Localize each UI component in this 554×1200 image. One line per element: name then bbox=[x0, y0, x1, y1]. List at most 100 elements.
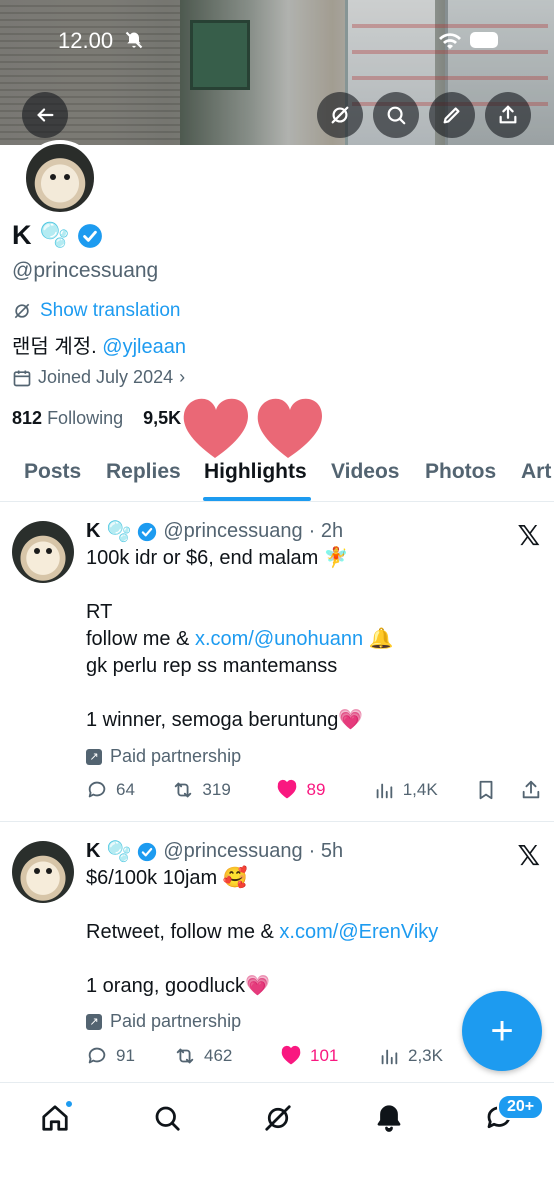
status-bar: 12.00 bbox=[58, 28, 554, 56]
nav-search[interactable] bbox=[150, 1101, 184, 1135]
like-button[interactable]: 89 bbox=[276, 779, 372, 801]
bottom-nav bbox=[0, 1082, 554, 1152]
edit-button[interactable] bbox=[429, 92, 475, 138]
like-button[interactable]: 101 bbox=[280, 1045, 378, 1067]
following-count: 812 bbox=[12, 408, 43, 428]
reply-button[interactable]: 64 bbox=[86, 779, 172, 801]
post-author-name[interactable]: K bbox=[86, 520, 100, 543]
tab-active-indicator bbox=[203, 497, 311, 501]
wifi-icon bbox=[438, 30, 462, 56]
arrow-left-icon bbox=[37, 108, 54, 122]
search-icon bbox=[155, 1106, 180, 1131]
followers-stat[interactable]: 9,5K bbox=[143, 408, 181, 428]
search-button[interactable] bbox=[373, 92, 419, 138]
tab-posts[interactable]: Posts bbox=[24, 460, 81, 484]
plus-icon: + bbox=[490, 1008, 514, 1053]
bubbles-emoji: 🫧 bbox=[106, 521, 132, 543]
views-button[interactable]: 1,4K bbox=[373, 779, 475, 801]
post-handle[interactable]: @princessuang bbox=[163, 840, 302, 863]
post-handle[interactable]: @princessuang bbox=[163, 520, 302, 543]
followers-count: 9,5K bbox=[143, 408, 182, 428]
nav-home[interactable] bbox=[38, 1099, 74, 1135]
bubbles-emoji: 🫧 bbox=[106, 841, 132, 863]
share-icon bbox=[499, 105, 517, 124]
post-time: · 5h bbox=[308, 840, 344, 862]
post-link[interactable]: x.com/@ErenViky bbox=[279, 921, 438, 943]
post-body: 100k idr or $6, end malam 🧚 RT follow me… bbox=[86, 545, 394, 734]
chevron-right-icon: › bbox=[179, 367, 186, 387]
post-avatar[interactable] bbox=[12, 521, 74, 583]
calendar-icon bbox=[13, 370, 31, 386]
joined-label: Joined July 2024 bbox=[38, 367, 174, 387]
verified-badge-icon[interactable] bbox=[77, 223, 103, 249]
profile-bio: 랜덤 계정. @yjleaan bbox=[12, 330, 186, 359]
back-button[interactable] bbox=[22, 92, 68, 138]
tab-photos[interactable]: Photos bbox=[425, 460, 496, 484]
messages-badge: 20+ bbox=[497, 1094, 545, 1120]
compose-post-button[interactable]: + bbox=[462, 991, 542, 1071]
paid-partnership-label: ↗ Paid partnership bbox=[86, 1011, 241, 1032]
grok-icon bbox=[265, 1105, 291, 1131]
post-line: RT bbox=[86, 601, 113, 623]
post-header: K 🫧 @princessuang · 5h bbox=[86, 839, 343, 864]
share-button[interactable] bbox=[485, 92, 531, 138]
x-logo-icon: 𝕏 bbox=[517, 839, 540, 872]
post[interactable]: K 🫧 @princessuang · 2h 𝕏 100k idr or $6,… bbox=[0, 503, 554, 822]
bio-mention-link[interactable]: @yjleaan bbox=[102, 336, 186, 358]
system-bar bbox=[0, 1152, 554, 1200]
following-stat[interactable]: 812 Following bbox=[12, 408, 128, 428]
post-line: gk perlu rep ss mantemanss bbox=[86, 655, 338, 677]
nav-notifications[interactable] bbox=[372, 1101, 406, 1135]
grok-icon bbox=[14, 303, 30, 319]
heart-filled-icon bbox=[281, 1045, 301, 1065]
repost-button[interactable]: 462 bbox=[174, 1045, 280, 1067]
follow-counts: 812 Following 9,5K bbox=[12, 408, 181, 429]
reply-button[interactable]: 91 bbox=[86, 1045, 174, 1067]
share-post-button[interactable] bbox=[520, 779, 542, 801]
post-author-name[interactable]: K bbox=[86, 840, 100, 863]
post-link[interactable]: x.com/@unohuann bbox=[195, 628, 363, 650]
grok-icon bbox=[331, 106, 349, 124]
repost-icon bbox=[175, 782, 192, 798]
views-chart-icon bbox=[381, 1049, 398, 1065]
bubbles-emoji: 🫧 bbox=[39, 222, 70, 249]
post-line: $6/100k 10jam 🥰 bbox=[86, 867, 248, 889]
verified-badge-icon bbox=[138, 842, 157, 861]
search-icon bbox=[387, 106, 406, 125]
paid-partnership-icon: ↗ bbox=[86, 1013, 102, 1030]
post-line: follow me & x.com/@unohuann 🔔 bbox=[86, 628, 394, 650]
battery-icon bbox=[470, 32, 498, 48]
paid-partnership-icon: ↗ bbox=[86, 748, 102, 765]
profile-avatar[interactable] bbox=[22, 140, 98, 216]
post-line: 1 orang, goodluck💗 bbox=[86, 975, 270, 997]
post-actions: 64 319 89 1,4K bbox=[86, 779, 542, 801]
grok-button[interactable] bbox=[317, 92, 363, 138]
post-body: $6/100k 10jam 🥰 Retweet, follow me & x.c… bbox=[86, 865, 438, 1000]
reply-icon bbox=[88, 781, 106, 798]
profile-handle: @princessuang bbox=[12, 259, 159, 282]
tab-highlights[interactable]: Highlights bbox=[204, 460, 307, 484]
bio-text: 랜덤 계정. bbox=[12, 336, 97, 358]
show-translation-label: Show translation bbox=[40, 300, 181, 321]
tab-videos[interactable]: Videos bbox=[331, 460, 399, 484]
post-avatar[interactable] bbox=[12, 841, 74, 903]
reply-icon bbox=[88, 1047, 106, 1064]
show-translation-link[interactable]: Show translation bbox=[12, 300, 180, 322]
post-line: 100k idr or $6, end malam 🧚 bbox=[86, 547, 349, 569]
nav-grok[interactable] bbox=[261, 1101, 295, 1135]
x-logo-icon: 𝕏 bbox=[517, 519, 540, 552]
paid-partnership-label: ↗ Paid partnership bbox=[86, 746, 241, 767]
post-line: Retweet, follow me & x.com/@ErenViky bbox=[86, 921, 439, 943]
joined-date[interactable]: Joined July 2024 › bbox=[12, 367, 185, 388]
notification-dot bbox=[64, 1099, 74, 1109]
bell-icon bbox=[377, 1105, 401, 1132]
heart-filled-icon bbox=[278, 779, 297, 799]
verified-badge-icon bbox=[138, 522, 157, 541]
repost-button[interactable]: 319 bbox=[172, 779, 276, 801]
bookmark-button[interactable] bbox=[475, 779, 520, 801]
tab-art[interactable]: Art bbox=[521, 460, 551, 484]
post-line: 1 winner, semoga beruntung💗 bbox=[86, 709, 364, 731]
pencil-icon bbox=[443, 107, 460, 124]
post-header: K 🫧 @princessuang · 2h bbox=[86, 519, 343, 544]
tab-replies[interactable]: Replies bbox=[106, 460, 181, 484]
